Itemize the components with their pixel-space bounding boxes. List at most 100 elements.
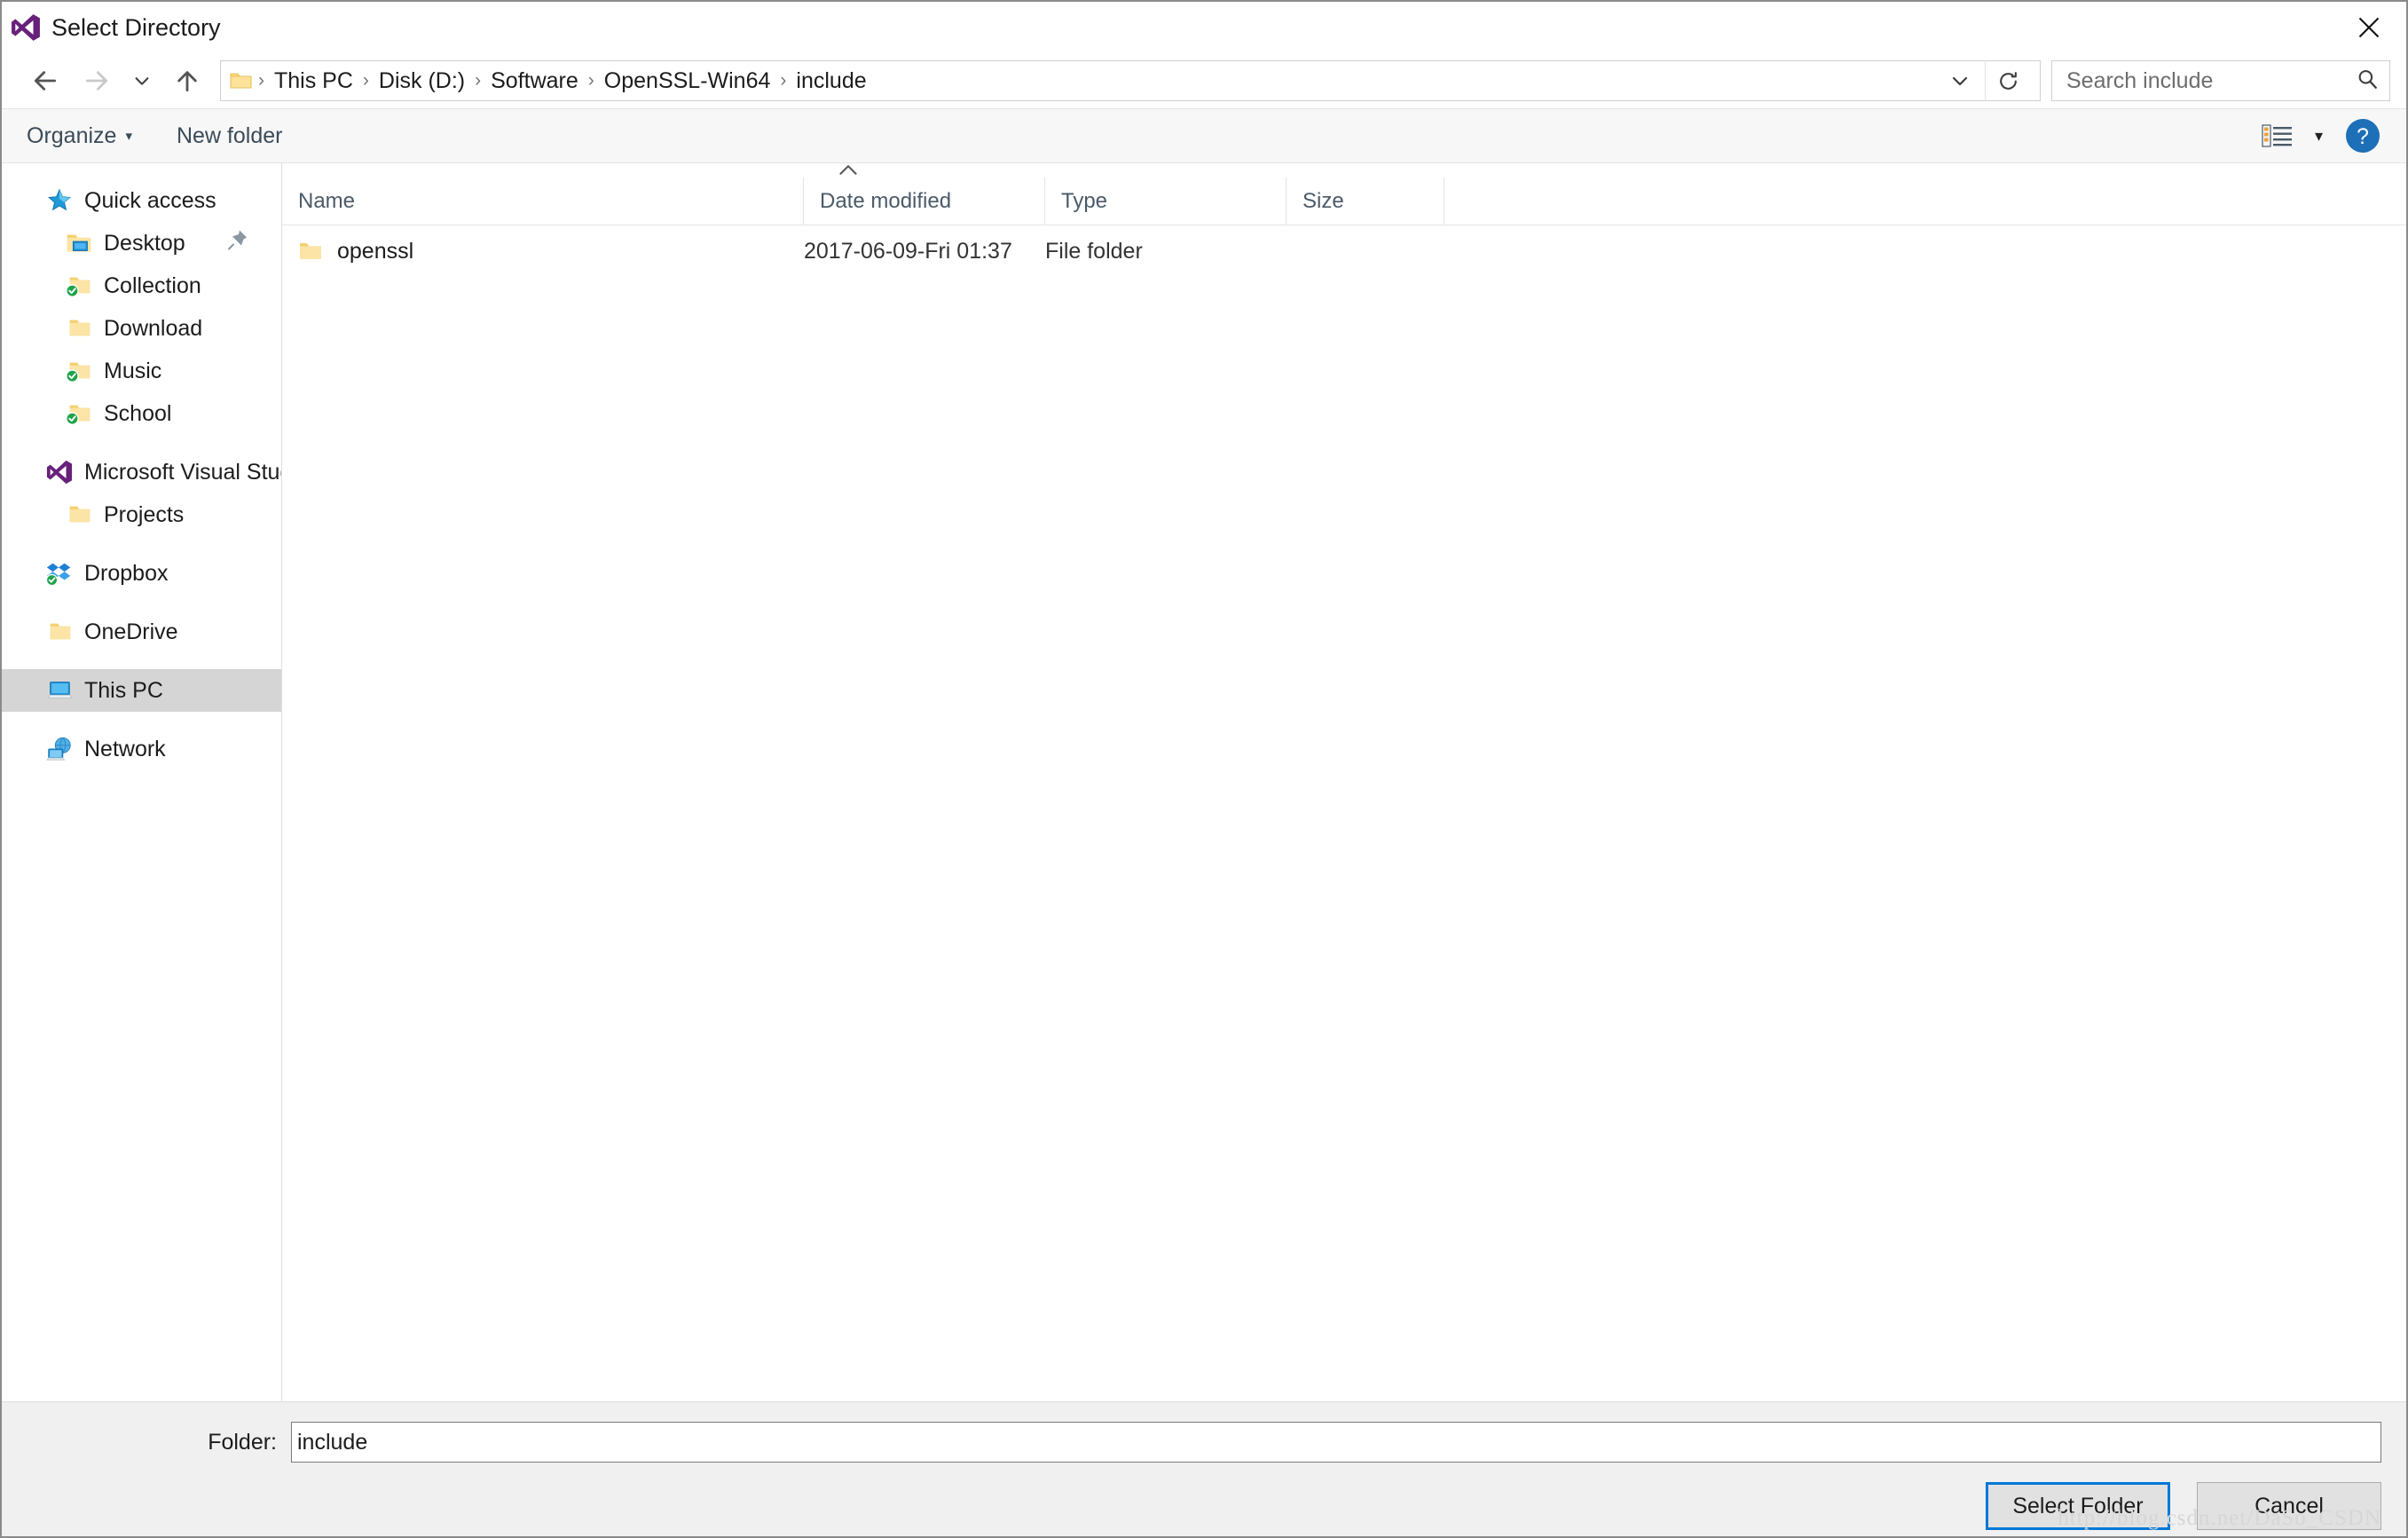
table-row[interactable]: openssl 2017-06-09-Fri 01:37 File folder xyxy=(282,225,2406,277)
folder-icon xyxy=(64,500,94,530)
up-button[interactable] xyxy=(161,57,213,105)
folder-sync-icon xyxy=(64,398,94,429)
folder-icon xyxy=(230,71,253,91)
network-icon xyxy=(44,734,75,764)
sidebar-item-label: Projects xyxy=(104,501,185,527)
sidebar-item-label: Collection xyxy=(104,272,201,298)
folder-input[interactable] xyxy=(291,1422,2381,1463)
file-type-cell: File folder xyxy=(1045,238,1143,264)
navigation-sidebar: Quick access Desktop Collection Download… xyxy=(2,163,282,1401)
search-input[interactable] xyxy=(2066,67,2356,94)
new-folder-button[interactable]: New folder xyxy=(177,123,283,149)
column-header-name[interactable]: Name xyxy=(282,177,804,225)
view-list-icon[interactable] xyxy=(2262,122,2294,149)
breadcrumb-separator: › xyxy=(258,70,264,91)
sidebar-item-this-pc[interactable]: This PC xyxy=(2,669,281,712)
folder-icon xyxy=(64,313,94,343)
file-list-pane: Name Date modified Type Size openssl 201… xyxy=(282,163,2406,1401)
breadcrumb-item-software[interactable]: Software xyxy=(483,68,586,94)
window-title: Select Directory xyxy=(51,13,221,41)
sidebar-item-label: Download xyxy=(104,315,203,341)
folder-label: Folder: xyxy=(208,1429,277,1455)
file-list: openssl 2017-06-09-Fri 01:37 File folder xyxy=(282,225,2406,1401)
folder-sync-icon xyxy=(64,271,94,301)
column-header-date-modified[interactable]: Date modified xyxy=(804,177,1045,225)
folder-icon xyxy=(298,240,323,263)
file-name-label: openssl xyxy=(337,238,414,264)
sidebar-item-label: Dropbox xyxy=(84,560,169,586)
column-header-row: Name Date modified Type Size xyxy=(282,177,2406,225)
sidebar-item-label: This PC xyxy=(84,677,163,703)
sidebar-item-label: Quick access xyxy=(84,187,216,213)
recent-locations-button[interactable] xyxy=(122,57,161,105)
dialog-footer: Folder: Select Folder Cancel http://blog… xyxy=(2,1401,2406,1536)
chevron-down-icon: ▾ xyxy=(125,129,132,144)
select-directory-dialog: Select Directory › This PC › Disk (D:) ›… xyxy=(0,0,2408,1538)
forward-button[interactable] xyxy=(71,57,122,105)
breadcrumb-separator: › xyxy=(587,70,594,91)
sidebar-item-desktop[interactable]: Desktop xyxy=(2,222,281,264)
computer-icon xyxy=(44,675,75,706)
breadcrumb-separator: › xyxy=(780,70,787,91)
dropbox-icon xyxy=(44,558,75,588)
sidebar-item-music[interactable]: Music xyxy=(2,350,281,392)
sidebar-item-label: School xyxy=(104,400,172,426)
breadcrumb-separator: › xyxy=(362,70,369,91)
sidebar-item-onedrive[interactable]: OneDrive xyxy=(2,611,281,653)
sidebar-item-label: Network xyxy=(84,736,166,761)
command-bar: Organize ▾ New folder ▾ ? xyxy=(2,108,2406,163)
search-box[interactable] xyxy=(2051,60,2390,101)
breadcrumb-item-this-pc[interactable]: This PC xyxy=(266,68,361,94)
folder-desktop-icon xyxy=(64,228,94,258)
breadcrumb-item-openssl-win64[interactable]: OpenSSL-Win64 xyxy=(596,68,779,94)
sidebar-item-school[interactable]: School xyxy=(2,392,281,435)
star-icon xyxy=(44,185,75,216)
sidebar-item-dropbox[interactable]: Dropbox xyxy=(2,552,281,595)
sidebar-item-label: Desktop xyxy=(104,230,185,256)
title-bar: Select Directory xyxy=(2,2,2406,53)
sidebar-item-projects[interactable]: Projects xyxy=(2,493,281,536)
breadcrumb: › This PC › Disk (D:) › Software › OpenS… xyxy=(256,68,875,94)
watermark-text: http://blog.csdn.net/DaSo_CSDN xyxy=(2058,1506,2381,1530)
command-bar-right: ▾ ? xyxy=(2262,117,2381,154)
footer-button-row: Select Folder Cancel xyxy=(2,1463,2406,1530)
chevron-up-icon xyxy=(837,163,860,181)
sort-indicator-row xyxy=(282,163,2406,177)
folder-sync-icon xyxy=(64,356,94,386)
refresh-button[interactable] xyxy=(1985,60,2031,101)
address-bar[interactable]: › This PC › Disk (D:) › Software › OpenS… xyxy=(220,60,2041,101)
column-header-type[interactable]: Type xyxy=(1045,177,1287,225)
breadcrumb-item-include[interactable]: include xyxy=(788,68,874,94)
search-icon xyxy=(2356,67,2379,95)
sidebar-item-label: Microsoft Visual Stud xyxy=(84,459,281,485)
breadcrumb-separator: › xyxy=(475,70,482,91)
sidebar-item-quick-access[interactable]: Quick access xyxy=(2,179,281,222)
organize-button[interactable]: Organize ▾ xyxy=(27,123,132,149)
sidebar-item-network[interactable]: Network xyxy=(2,728,281,770)
column-header-size[interactable]: Size xyxy=(1287,177,1444,225)
back-button[interactable] xyxy=(20,57,71,105)
file-date-cell: 2017-06-09-Fri 01:37 xyxy=(804,238,1012,264)
breadcrumb-item-disk-d[interactable]: Disk (D:) xyxy=(371,68,473,94)
sidebar-item-label: Music xyxy=(104,358,162,383)
folder-name-field[interactable] xyxy=(297,1429,2377,1455)
help-icon[interactable]: ? xyxy=(2344,117,2381,154)
svg-text:?: ? xyxy=(2357,124,2369,149)
new-folder-label: New folder xyxy=(176,122,283,148)
address-bar-row: › This PC › Disk (D:) › Software › OpenS… xyxy=(2,53,2406,108)
sidebar-item-collection[interactable]: Collection xyxy=(2,264,281,307)
organize-label: Organize xyxy=(27,122,117,148)
close-button[interactable] xyxy=(2332,2,2406,53)
visual-studio-icon xyxy=(44,457,75,487)
pin-icon[interactable] xyxy=(226,229,249,258)
sidebar-item-microsoft-visual-studio[interactable]: Microsoft Visual Stud xyxy=(2,451,281,493)
sidebar-item-download[interactable]: Download xyxy=(2,307,281,350)
folder-icon xyxy=(44,617,75,647)
address-dropdown-button[interactable] xyxy=(1932,70,1985,91)
view-dropdown-caret-icon[interactable]: ▾ xyxy=(2315,127,2323,146)
